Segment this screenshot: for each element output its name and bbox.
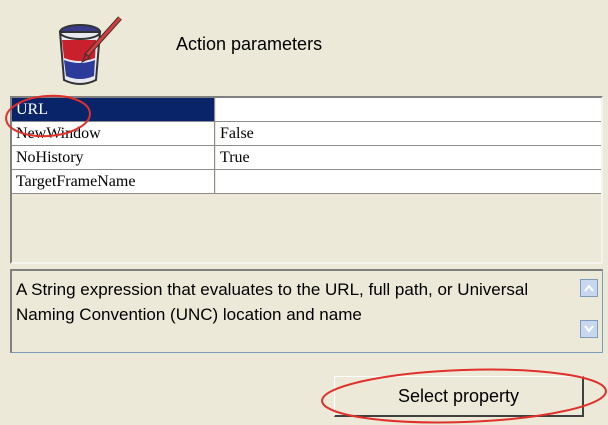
property-value[interactable] [216, 98, 601, 121]
property-row[interactable]: URL [12, 98, 601, 122]
scroll-up-button[interactable] [580, 279, 598, 297]
select-property-button[interactable]: Select property [334, 376, 584, 417]
header: Action parameters [0, 0, 608, 92]
property-row[interactable]: NoHistory True [12, 146, 601, 170]
property-grid[interactable]: URL NewWindow False NoHistory True Targe… [10, 96, 603, 264]
chevron-up-icon [584, 284, 594, 292]
property-name[interactable]: NoHistory [12, 146, 215, 169]
dialog-title: Action parameters [176, 34, 323, 54]
property-row[interactable]: TargetFrameName [12, 170, 601, 194]
chevron-down-icon [584, 325, 594, 333]
description-text: A String expression that evaluates to th… [16, 280, 529, 324]
property-name[interactable]: URL [12, 98, 215, 121]
description-box: A String expression that evaluates to th… [10, 269, 603, 353]
paint-bucket-icon [58, 16, 122, 85]
property-value[interactable]: True [216, 146, 601, 169]
property-value[interactable] [216, 170, 601, 193]
property-row[interactable]: NewWindow False [12, 122, 601, 146]
scroll-down-button[interactable] [580, 320, 598, 338]
property-value[interactable]: False [216, 122, 601, 145]
property-name[interactable]: NewWindow [12, 122, 215, 145]
property-name[interactable]: TargetFrameName [12, 170, 215, 193]
